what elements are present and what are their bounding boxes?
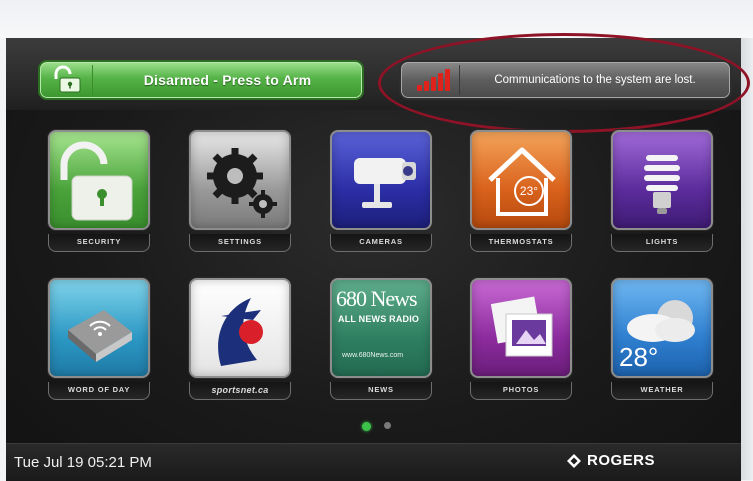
- page-dot-active[interactable]: [362, 422, 371, 431]
- tile-word-of-day[interactable]: WORD OF DAY: [48, 278, 150, 400]
- footer-bar: Tue Jul 19 05:21 PM ROGERS: [6, 443, 741, 481]
- book-icon: [48, 278, 150, 378]
- tile-label: CAMERAS: [330, 234, 432, 252]
- page-background: [0, 0, 753, 38]
- tile-label: SECURITY: [48, 234, 150, 252]
- unlocked-padlock-icon: [48, 130, 150, 230]
- page-background-edge: [741, 38, 753, 480]
- page-dot[interactable]: [384, 422, 391, 429]
- tile-label: PHOTOS: [470, 382, 572, 400]
- tile-settings[interactable]: SETTINGS: [189, 130, 291, 252]
- news-station-name: 680 News: [336, 286, 418, 311]
- tile-photos[interactable]: PHOTOS: [470, 278, 572, 400]
- tile-thermostats[interactable]: 23° THERMOSTATS: [470, 130, 572, 252]
- tile-lights[interactable]: LIGHTS: [611, 130, 713, 252]
- annotation-circle: [378, 33, 750, 133]
- arm-button-label: Disarmed - Press to Arm: [143, 72, 312, 88]
- weather-temperature: 28°: [619, 342, 659, 372]
- page-indicator: [360, 421, 400, 433]
- tile-security[interactable]: SECURITY: [48, 130, 150, 252]
- tile-label: WORD OF DAY: [48, 382, 150, 400]
- brand-name: ROGERS: [587, 452, 656, 469]
- gears-icon: [189, 130, 291, 230]
- unlocked-padlock-icon: [46, 65, 93, 95]
- rogers-logo-icon: [567, 453, 581, 468]
- tile-label: NEWS: [330, 382, 432, 400]
- sportsnet-logo-icon: [189, 278, 291, 378]
- datetime-display: Tue Jul 19 05:21 PM: [14, 454, 152, 471]
- photos-icon: [470, 278, 572, 378]
- brand-logo: ROGERS: [566, 452, 655, 469]
- news-station-url: www.680News.com: [342, 352, 404, 359]
- arm-button[interactable]: Disarmed - Press to Arm: [38, 60, 364, 100]
- touchscreen: Disarmed - Press to Arm Communications t…: [6, 33, 750, 481]
- house-thermostat-icon: 23°: [470, 130, 572, 230]
- tile-news[interactable]: 680 News ALL NEWS RADIO www.680News.com …: [330, 278, 432, 400]
- news-icon: 680 News ALL NEWS RADIO www.680News.com: [330, 278, 432, 378]
- security-camera-icon: [330, 130, 432, 230]
- news-station-tagline: ALL NEWS RADIO: [338, 314, 420, 324]
- tile-sportsnet[interactable]: sportsnet.ca: [189, 278, 291, 400]
- weather-icon: 28°: [611, 278, 713, 378]
- tile-label: WEATHER: [611, 382, 713, 400]
- tile-label: THERMOSTATS: [470, 234, 572, 252]
- tile-label: sportsnet.ca: [189, 382, 291, 400]
- light-bulb-icon: [611, 130, 713, 230]
- tile-label: LIGHTS: [611, 234, 713, 252]
- tile-label: SETTINGS: [189, 234, 291, 252]
- tile-weather[interactable]: 28° WEATHER: [611, 278, 713, 400]
- thermostat-temperature: 23°: [514, 176, 544, 206]
- tile-cameras[interactable]: CAMERAS: [330, 130, 432, 252]
